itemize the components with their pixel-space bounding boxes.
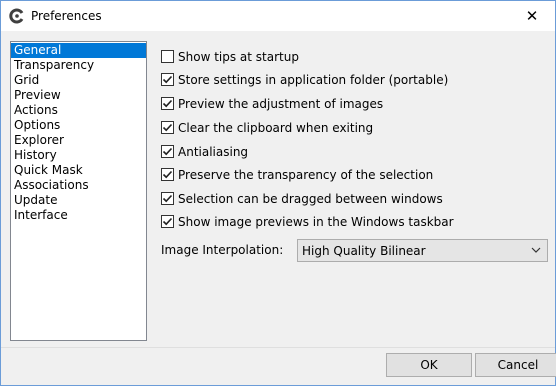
- option-label: Selection can be dragged between windows: [178, 191, 443, 206]
- option-label: Antialiasing: [178, 144, 249, 159]
- option-label: Show image previews in the Windows taskb…: [178, 214, 454, 229]
- option-label: Clear the clipboard when exiting: [178, 120, 374, 135]
- category-item-general[interactable]: General: [11, 43, 146, 58]
- option-label: Preserve the transparency of the selecti…: [178, 167, 434, 182]
- category-list[interactable]: General Transparency Grid Preview Action…: [10, 41, 147, 341]
- close-button[interactable]: ✕: [509, 1, 555, 31]
- checkbox[interactable]: [161, 145, 174, 158]
- option-store-settings-portable[interactable]: Store settings in application folder (po…: [161, 71, 448, 88]
- category-item-history[interactable]: History: [11, 148, 146, 163]
- category-item-preview[interactable]: Preview: [11, 88, 146, 103]
- option-label: Show tips at startup: [178, 49, 299, 64]
- checkmark-icon: [162, 217, 173, 226]
- option-preview-adjustment[interactable]: Preview the adjustment of images: [161, 95, 383, 112]
- option-selection-dragged[interactable]: Selection can be dragged between windows: [161, 190, 443, 207]
- checkmark-icon: [162, 147, 173, 156]
- category-item-associations[interactable]: Associations: [11, 178, 146, 193]
- option-label: Store settings in application folder (po…: [178, 72, 449, 87]
- interpolation-value: High Quality Bilinear: [302, 243, 426, 258]
- option-antialiasing[interactable]: Antialiasing: [161, 143, 248, 160]
- preferences-window: Preferences ✕ General Transparency Grid …: [0, 0, 556, 386]
- checkbox[interactable]: [161, 215, 174, 228]
- category-item-grid[interactable]: Grid: [11, 73, 146, 88]
- category-item-update[interactable]: Update: [11, 193, 146, 208]
- option-show-tips[interactable]: Show tips at startup: [161, 48, 299, 65]
- checkbox[interactable]: [161, 192, 174, 205]
- checkbox[interactable]: [161, 121, 174, 134]
- checkmark-icon: [162, 75, 173, 84]
- checkmark-icon: [162, 194, 173, 203]
- app-logo-icon: [9, 8, 24, 24]
- interpolation-select[interactable]: High Quality Bilinear: [297, 239, 548, 262]
- checkmark-icon: [162, 99, 173, 108]
- option-clear-clipboard[interactable]: Clear the clipboard when exiting: [161, 119, 373, 136]
- window-title: Preferences: [31, 9, 102, 23]
- title-bar: Preferences ✕: [1, 1, 555, 31]
- checkmark-icon: [162, 123, 173, 132]
- checkmark-icon: [162, 170, 173, 179]
- option-label: Preview the adjustment of images: [178, 96, 384, 111]
- checkbox[interactable]: [161, 73, 174, 86]
- cancel-button[interactable]: Cancel: [475, 353, 556, 377]
- checkbox[interactable]: [161, 168, 174, 181]
- chevron-down-icon: [531, 247, 541, 253]
- category-item-quick-mask[interactable]: Quick Mask: [11, 163, 146, 178]
- option-preserve-transparency[interactable]: Preserve the transparency of the selecti…: [161, 166, 433, 183]
- category-item-transparency[interactable]: Transparency: [11, 58, 146, 73]
- category-item-actions[interactable]: Actions: [11, 103, 146, 118]
- interpolation-label: Image Interpolation:: [161, 243, 284, 257]
- close-icon: ✕: [525, 7, 539, 25]
- checkbox[interactable]: [161, 50, 174, 63]
- ok-button[interactable]: OK: [386, 353, 472, 377]
- category-item-interface[interactable]: Interface: [11, 208, 146, 223]
- option-taskbar-previews[interactable]: Show image previews in the Windows taskb…: [161, 213, 454, 230]
- category-item-explorer[interactable]: Explorer: [11, 133, 146, 148]
- category-item-options[interactable]: Options: [11, 118, 146, 133]
- checkbox[interactable]: [161, 97, 174, 110]
